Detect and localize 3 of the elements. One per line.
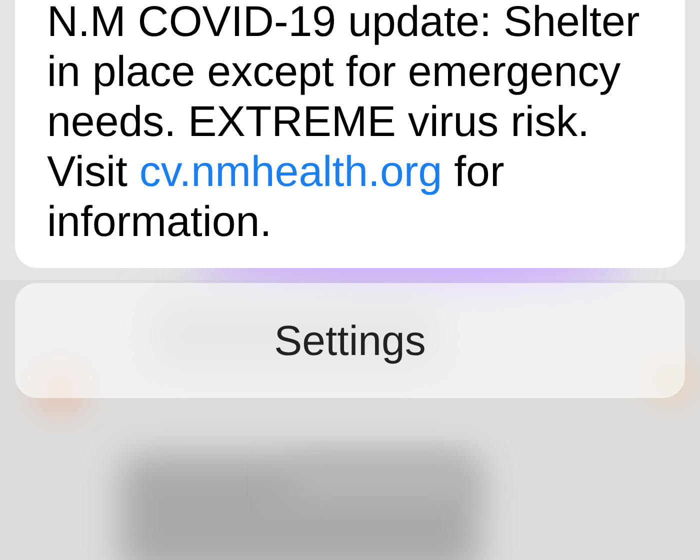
link[interactable]: cv.nmhealth.org bbox=[139, 148, 442, 196]
settings-button[interactable]: Settings bbox=[15, 283, 685, 398]
alert-message: N.M COVID-19 update: Shelter in place except for emergency needs. EXTREME virus risk. Visit cv.nmhealth.org for information. bbox=[47, 0, 641, 247]
